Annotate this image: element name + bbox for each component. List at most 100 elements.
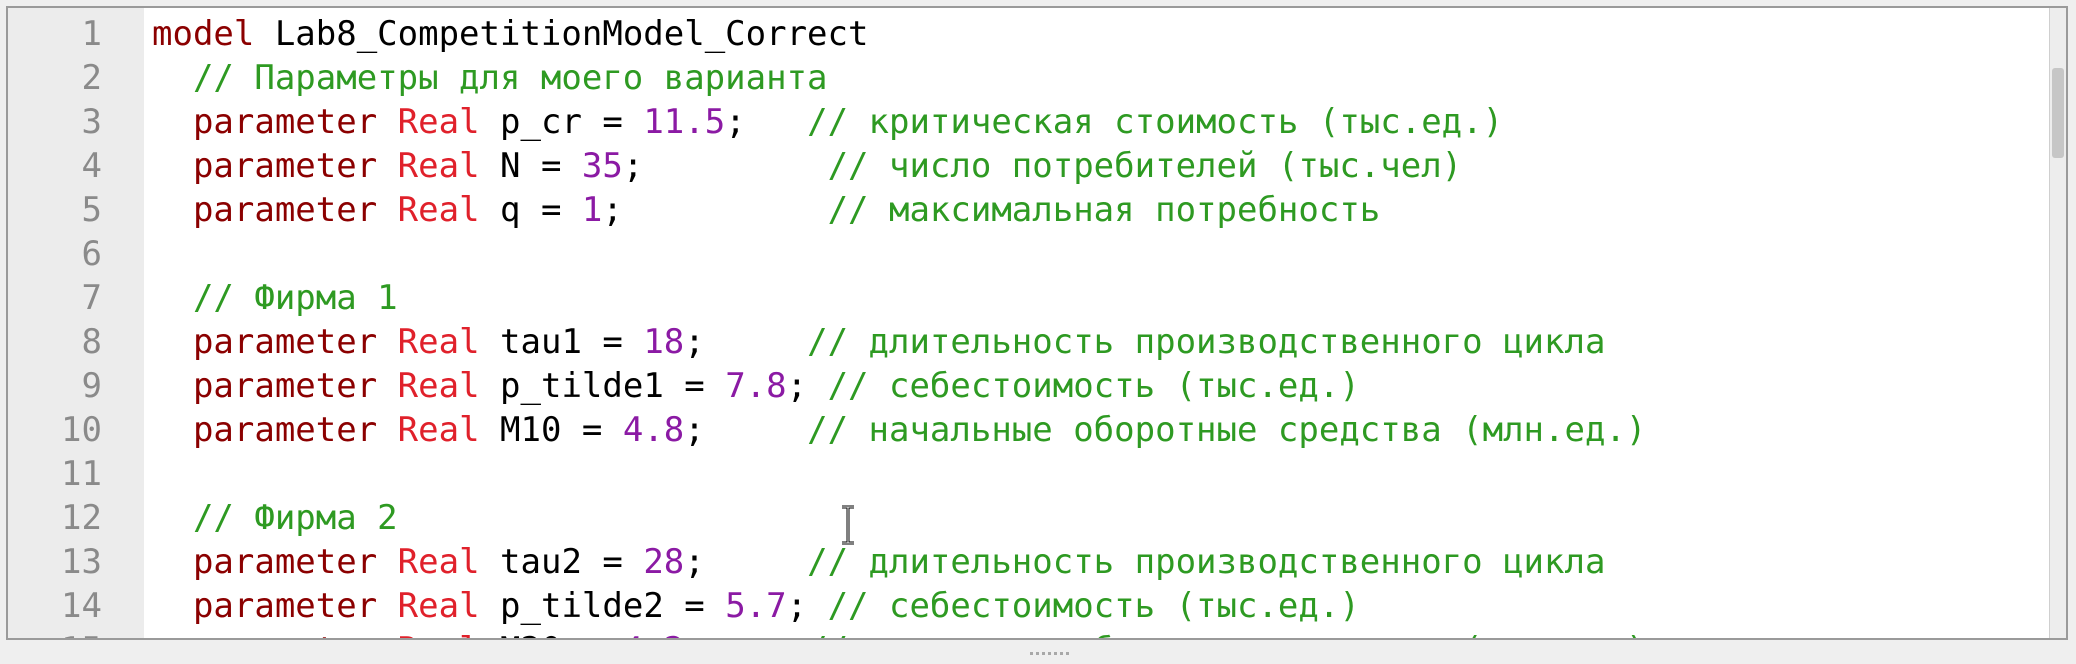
line-number: 2 bbox=[81, 58, 102, 98]
line-text: parameter Real M10 = 4.8; // начальные о… bbox=[152, 408, 1646, 452]
code-token: // критическая стоимость (тыс.ед.) bbox=[807, 102, 1504, 142]
code-token: p_tilde1 = bbox=[479, 366, 726, 406]
code-token: // максимальная потребность bbox=[827, 190, 1381, 230]
code-token: // себестоимость (тыс.ед.) bbox=[827, 366, 1360, 406]
code-token: 4.2 bbox=[623, 630, 684, 638]
code-editor[interactable]: 1 model Lab8_CompetitionModel_Correct 2 //… bbox=[6, 6, 2068, 640]
code-token: Real bbox=[397, 190, 480, 230]
code-token: parameter bbox=[192, 146, 378, 186]
line-number: 10 bbox=[61, 410, 102, 450]
splitter-grip[interactable] bbox=[1030, 640, 1076, 655]
line-text: // Параметры для моего варианта bbox=[152, 56, 828, 100]
code-token: 1 bbox=[581, 190, 603, 230]
code-line[interactable]: 9 parameter Real p_tilde1 = 7.8; // себе… bbox=[8, 364, 2048, 408]
code-line[interactable]: 6 bbox=[8, 232, 2048, 276]
code-token: parameter bbox=[192, 586, 378, 626]
code-token: parameter bbox=[192, 542, 378, 582]
line-number: 7 bbox=[81, 278, 102, 318]
code-token: 11.5 bbox=[643, 102, 726, 142]
code-line[interactable]: 2 // Параметры для моего варианта bbox=[8, 56, 2048, 100]
code-token: tau2 = bbox=[479, 542, 644, 582]
code-line[interactable]: 7 // Фирма 1 bbox=[8, 276, 2048, 320]
code-token: // себестоимость (тыс.ед.) bbox=[827, 586, 1360, 626]
line-text: model Lab8_CompetitionModel_Correct bbox=[152, 12, 868, 56]
code-line[interactable]: 15 parameter Real M20 = 4.2; // начальны… bbox=[8, 628, 2048, 638]
code-line[interactable]: 8 parameter Real tau1 = 18; // длительно… bbox=[8, 320, 2048, 364]
code-line[interactable]: 5 parameter Real q = 1; // максимальная … bbox=[8, 188, 2048, 232]
line-number: 1 bbox=[81, 14, 102, 54]
code-token: parameter bbox=[192, 322, 378, 362]
code-token: 7.8 bbox=[725, 366, 787, 406]
line-number: 14 bbox=[61, 586, 102, 626]
code-token: 5.7 bbox=[725, 586, 787, 626]
code-line[interactable]: 12 // Фирма 2 bbox=[8, 496, 2048, 540]
code-token: ; bbox=[602, 190, 828, 230]
code-token: ; bbox=[684, 322, 808, 362]
line-number: 11 bbox=[61, 454, 102, 494]
code-token: ; bbox=[786, 586, 828, 626]
line-number: 3 bbox=[81, 102, 102, 142]
code-token: Real bbox=[397, 542, 480, 582]
vertical-scrollbar[interactable] bbox=[2049, 8, 2066, 638]
line-number: 13 bbox=[61, 542, 102, 582]
line-number: 15 bbox=[8, 628, 152, 638]
line-text: parameter Real p_cr = 11.5; // критическ… bbox=[152, 100, 1503, 144]
code-token: parameter bbox=[192, 366, 378, 406]
code-token: tau1 = bbox=[479, 322, 644, 362]
code-token: q = bbox=[479, 190, 582, 230]
code-line[interactable]: 10 parameter Real M10 = 4.8; // начальны… bbox=[8, 408, 2048, 452]
code-token: ; bbox=[725, 102, 808, 142]
line-text: parameter Real tau2 = 28; // длительност… bbox=[152, 540, 1605, 584]
code-token: ; bbox=[622, 146, 828, 186]
line-number: 12 bbox=[61, 498, 102, 538]
line-text: parameter Real p_tilde1 = 7.8; // себест… bbox=[152, 364, 1360, 408]
scrollbar-thumb[interactable] bbox=[2052, 68, 2064, 158]
code-line[interactable]: 4 parameter Real N = 35; // число потреб… bbox=[8, 144, 2048, 188]
code-line[interactable]: 3 parameter Real p_cr = 11.5; // критиче… bbox=[8, 100, 2048, 144]
code-token: p_cr = bbox=[479, 102, 644, 142]
code-token: M10 = bbox=[479, 410, 623, 450]
line-text: // Фирма 2 bbox=[152, 496, 398, 540]
code-token: Real bbox=[397, 410, 480, 450]
line-text: // Фирма 1 bbox=[152, 276, 398, 320]
line-number: 5 bbox=[81, 190, 102, 230]
code-line[interactable]: 1 model Lab8_CompetitionModel_Correct bbox=[8, 12, 2048, 56]
code-token: ; bbox=[786, 366, 828, 406]
code-token: model bbox=[152, 14, 255, 54]
code-line[interactable]: 14 parameter Real p_tilde2 = 5.7; // себ… bbox=[8, 584, 2048, 628]
code-token: ; bbox=[684, 630, 807, 638]
code-token: parameter bbox=[192, 102, 378, 142]
code-line[interactable]: 11 bbox=[8, 452, 2048, 496]
line-number: 9 bbox=[81, 366, 102, 406]
code-token: Real bbox=[397, 146, 480, 186]
code-token: // длительность производственного цикла bbox=[807, 542, 1606, 582]
code-token: Real bbox=[397, 322, 480, 362]
code-line[interactable]: 13 parameter Real tau2 = 28; // длительн… bbox=[8, 540, 2048, 584]
code-token: 18 bbox=[643, 322, 685, 362]
code-token: 35 bbox=[581, 146, 623, 186]
line-number: 8 bbox=[81, 322, 102, 362]
code-token: Real bbox=[398, 630, 480, 638]
code-area[interactable]: 1 model Lab8_CompetitionModel_Correct 2 //… bbox=[8, 12, 2048, 638]
code-token: Real bbox=[397, 586, 480, 626]
code-token: 4.8 bbox=[622, 410, 685, 450]
code-token: parameter bbox=[192, 410, 378, 450]
line-text: parameter Real N = 35; // число потребит… bbox=[152, 144, 1462, 188]
code-token: Real bbox=[397, 366, 480, 406]
code-token: Real bbox=[397, 102, 480, 142]
code-token: 28 bbox=[643, 542, 685, 582]
